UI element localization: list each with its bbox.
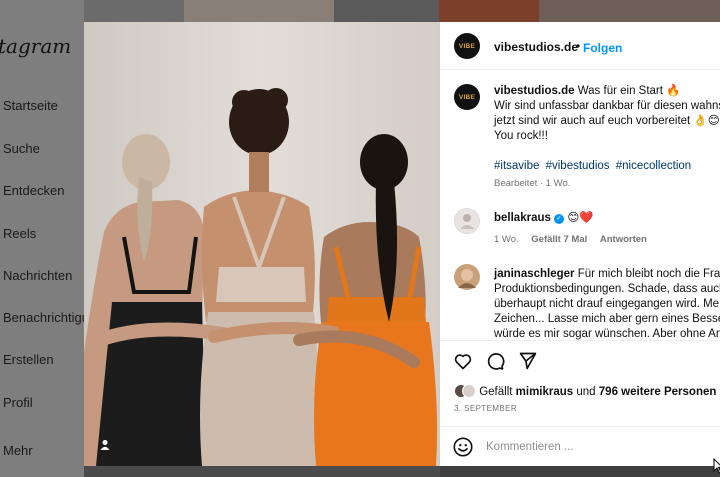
feed-tile	[439, 0, 539, 22]
likes-and: und	[576, 386, 596, 398]
nav-profile[interactable]: Profil	[3, 395, 33, 410]
comment-input[interactable]	[486, 437, 706, 457]
feed-tile	[440, 466, 720, 477]
feed-tile	[539, 0, 720, 22]
nav-messages[interactable]: Nachrichten	[3, 268, 72, 283]
hashtag-link[interactable]: #itsavibe	[494, 160, 539, 172]
feed-tile	[184, 0, 334, 22]
comment-line: Für mich bleibt noch die Frag	[577, 268, 720, 280]
comment-time[interactable]: 1 Wo.	[494, 234, 519, 245]
follow-button[interactable]: Folgen	[583, 41, 622, 55]
comment-meta: 1 Wo. Gefällt 7 Mal Antworten	[494, 234, 657, 245]
post-image	[84, 22, 440, 466]
background-sidebar: tagram Startseite Suche Entdecken Reels …	[0, 0, 89, 477]
comment-icon[interactable]	[485, 351, 505, 371]
caption-line: Wir sind unfassbar dankbar für diesen wa…	[494, 100, 720, 112]
avatar-text: VIBE	[458, 42, 476, 50]
caption-username[interactable]: vibestudios.de	[494, 85, 575, 97]
likes-summary: Gefällt mimikraus und 796 weitere Person…	[454, 384, 716, 398]
comment-body: 😊❤️	[567, 212, 594, 224]
nav-notifications[interactable]: Benachrichtigu	[3, 310, 89, 325]
feed-tile	[84, 0, 184, 22]
post-header: VIBE vibestudios.de • Folgen	[440, 22, 720, 70]
avatar-text: VIBE	[458, 93, 476, 101]
caption-meta: Bearbeitet · 1 Wo.	[494, 178, 571, 189]
feed-tile	[84, 466, 440, 477]
hashtag-link[interactable]: #nicecollection	[616, 160, 691, 172]
comment-likes[interactable]: Gefällt 7 Mal	[531, 234, 587, 245]
comment-text: bellakraus ✓ 😊❤️	[494, 211, 594, 226]
likes-user[interactable]: mimikraus	[516, 386, 574, 398]
hashtags: #itsavibe #vibestudios #nicecollection	[494, 160, 694, 172]
separator-dot: •	[576, 39, 581, 53]
nav-home[interactable]: Startseite	[3, 98, 58, 113]
nav-explore[interactable]: Entdecken	[3, 183, 64, 198]
caption-line: Was für ein Start 🔥	[577, 85, 681, 97]
caption-line: You rock!!!	[494, 130, 548, 142]
post-actions	[440, 340, 720, 380]
hashtag-link[interactable]: #vibestudios	[546, 160, 610, 172]
emoji-icon[interactable]	[452, 436, 474, 458]
post-photo[interactable]	[84, 22, 440, 466]
post-details-panel: VIBE vibestudios.de • Folgen VIBE vibest…	[440, 22, 720, 466]
comment-line: Produktionsbedingungen. Schade, dass auc…	[494, 283, 720, 295]
avatar	[462, 384, 476, 398]
avatar[interactable]: VIBE	[454, 33, 480, 59]
verified-badge-icon: ✓	[554, 214, 565, 224]
avatar[interactable]: VIBE	[454, 84, 480, 110]
mouse-cursor-icon	[713, 458, 720, 474]
share-icon[interactable]	[518, 351, 538, 371]
user-tag-icon[interactable]	[98, 438, 112, 452]
nav-reels[interactable]: Reels	[3, 226, 36, 241]
post-date[interactable]: 3. SEPTEMBER	[454, 404, 517, 413]
comment-line: Zeichen... Lasse mich aber gern eines Be…	[494, 313, 720, 325]
comment-username[interactable]: bellakraus	[494, 212, 551, 224]
avatar[interactable]	[454, 208, 480, 234]
heart-icon[interactable]	[453, 351, 473, 371]
caption-text: vibestudios.de Was für ein Start 🔥 Wir s…	[494, 84, 720, 144]
comment-text: janinaschleger Für mich bleibt noch die …	[494, 267, 720, 342]
comment-composer	[440, 426, 720, 466]
nav-create[interactable]: Erstellen	[3, 352, 54, 367]
likes-others[interactable]: 796 weitere Personen	[599, 386, 717, 398]
post-username[interactable]: vibestudios.de	[494, 40, 578, 54]
caption-line: jetzt sind wir auch auf euch vorbereitet…	[494, 115, 720, 127]
comment-username[interactable]: janinaschleger	[494, 268, 575, 280]
likes-prefix: Gefällt	[479, 386, 513, 398]
comment-line: überhaupt nicht drauf eingegangen wird. …	[494, 298, 720, 310]
nav-more[interactable]: Mehr	[3, 443, 33, 458]
avatar[interactable]	[454, 264, 480, 290]
instagram-logo: tagram	[0, 34, 72, 58]
reply-button[interactable]: Antworten	[600, 234, 647, 245]
nav-search[interactable]: Suche	[3, 141, 40, 156]
